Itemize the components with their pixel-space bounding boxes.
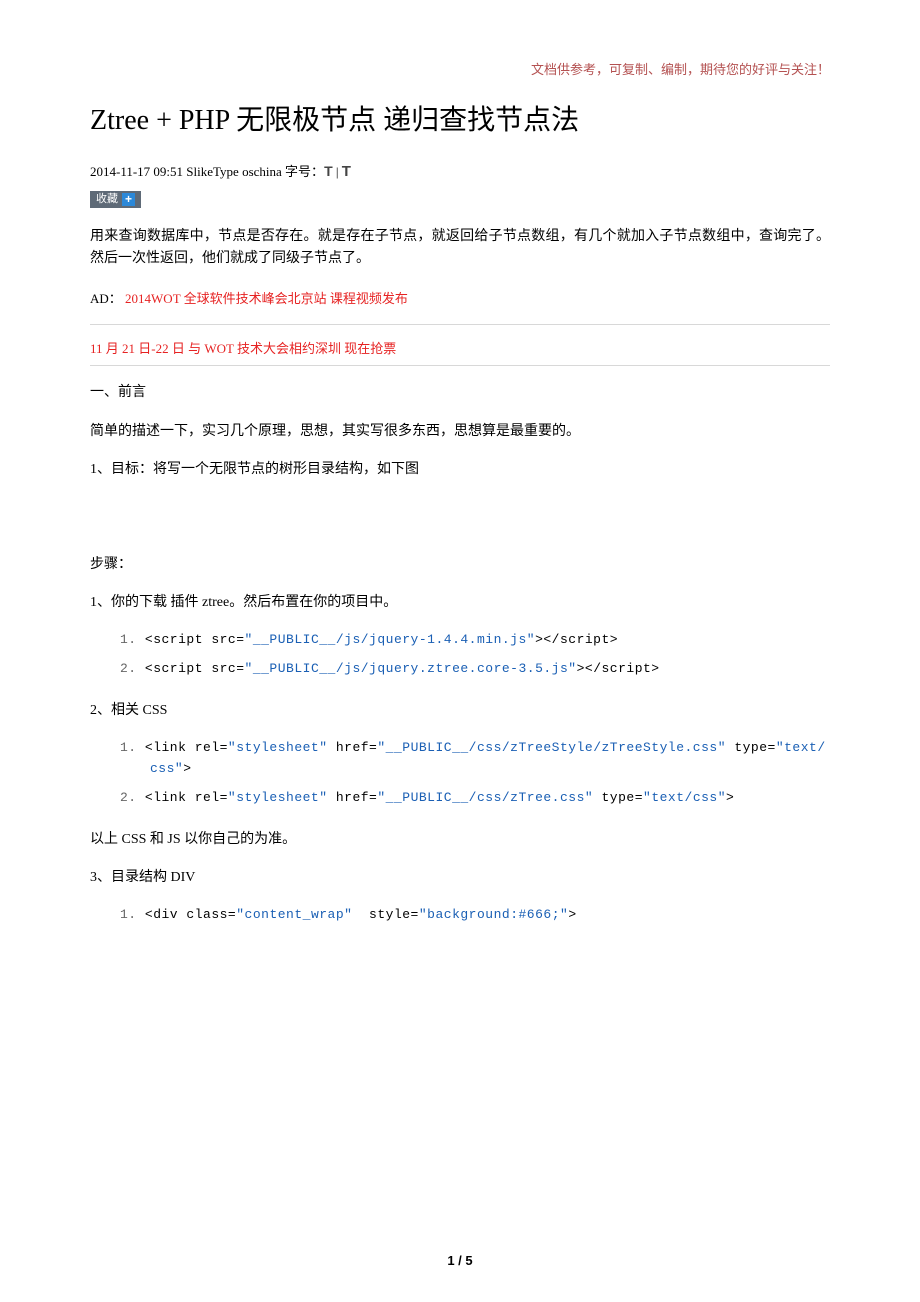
font-size-label: 字号： [285,164,324,179]
section-preface-heading: 一、前言 [90,382,830,404]
code-block-js: 1. <script src="__PUBLIC__/js/jquery-1.4… [120,630,830,680]
page-number: 1 / 5 [0,1251,920,1272]
favorite-button[interactable]: 收藏 + [90,191,141,208]
ad-label: AD： [90,291,122,306]
pipe-separator: | [336,164,339,179]
meta-author: SlikeType [186,164,239,179]
step-2: 2、相关 CSS [90,700,830,722]
code-line: 1. <link rel="stylesheet" href="__PUBLIC… [120,738,830,780]
divider-2 [90,365,830,366]
meta-line: 2014-11-17 09:51 SlikeType oschina 字号：T … [90,160,830,184]
section-goal: 1、目标：将写一个无限节点的树形目录结构，如下图 [90,459,830,481]
favorite-label: 收藏 [96,193,118,205]
code-block-div: 1. <div class="content_wrap" style="back… [120,905,830,926]
font-size-large-icon[interactable]: T [342,160,351,184]
plus-icon: + [122,193,135,206]
code-line: 2. <link rel="stylesheet" href="__PUBLIC… [120,788,830,809]
steps-label: 步骤： [90,554,830,576]
font-size-small-icon[interactable]: T [324,160,333,182]
step-3: 3、目录结构 DIV [90,867,830,889]
article-summary: 用来查询数据库中，节点是否存在。就是存在子节点，就返回给子节点数组，有几个就加入… [90,226,830,271]
ad-link-2[interactable]: 11 月 21 日-22 日 与 WOT 技术大会相约深圳 现在抢票 [90,339,830,360]
code-line: 1. <script src="__PUBLIC__/js/jquery-1.4… [120,630,830,651]
divider-1 [90,324,830,325]
code-line: 1. <div class="content_wrap" style="back… [120,905,830,926]
code-block-css: 1. <link rel="stylesheet" href="__PUBLIC… [120,738,830,808]
meta-datetime: 2014-11-17 09:51 [90,164,183,179]
code-line: 2. <script src="__PUBLIC__/js/jquery.ztr… [120,659,830,680]
ad-link-1[interactable]: 2014WOT 全球软件技术峰会北京站 课程视频发布 [125,291,408,306]
ad-line-1: AD： 2014WOT 全球软件技术峰会北京站 课程视频发布 [90,289,830,310]
meta-source: oschina [242,164,282,179]
step-2-note: 以上 CSS 和 JS 以你自己的为准。 [90,829,830,851]
step-1: 1、你的下载 插件 ztree。然后布置在你的项目中。 [90,592,830,614]
article-title: Ztree + PHP 无限极节点 递归查找节点法 [90,101,830,140]
header-note: 文档供参考，可复制、编制，期待您的好评与关注！ [90,60,830,81]
section-preface-body: 简单的描述一下，实习几个原理，思想，其实写很多东西，思想算是最重要的。 [90,421,830,443]
